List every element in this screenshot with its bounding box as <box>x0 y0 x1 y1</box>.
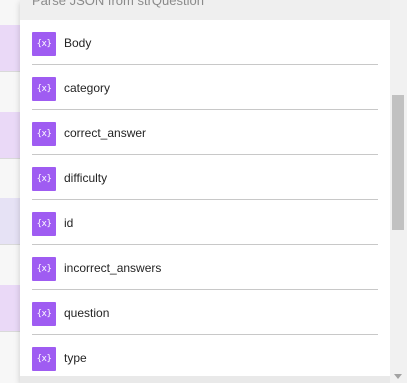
background-divider <box>0 331 20 332</box>
list-item-label: incorrect_answers <box>64 261 162 275</box>
list-item-difficulty[interactable]: {x} difficulty <box>20 155 390 200</box>
section-header-label: Parse JSON from strQuestion <box>32 0 204 8</box>
background-row-highlight <box>0 285 20 331</box>
panel-bottom-edge <box>20 376 390 383</box>
background-divider <box>0 158 20 159</box>
background-divider <box>0 244 20 245</box>
variable-token-icon: {x} <box>32 347 56 371</box>
background-row-highlight <box>0 198 20 244</box>
list-item-incorrect-answers[interactable]: {x} incorrect_answers <box>20 245 390 290</box>
variable-token-icon: {x} <box>32 302 56 326</box>
dynamic-content-picker: Parse JSON from strQuestion {x} Body {x}… <box>0 0 414 383</box>
list-item-correct-answer[interactable]: {x} correct_answer <box>20 110 390 155</box>
variable-token-icon: {x} <box>32 212 56 236</box>
background-row-highlight <box>0 112 20 158</box>
list-item-question[interactable]: {x} question <box>20 290 390 335</box>
list-item-label: category <box>64 81 111 95</box>
scroll-down-arrow-icon[interactable] <box>394 374 402 379</box>
list-item-label: type <box>64 351 87 365</box>
vertical-scrollbar[interactable] <box>390 0 407 383</box>
list-item-body[interactable]: {x} Body <box>20 20 390 65</box>
variable-token-icon: {x} <box>32 77 56 101</box>
list-item-label: Body <box>64 36 92 50</box>
variable-token-icon: {x} <box>32 257 56 281</box>
background-row-highlight <box>0 25 20 71</box>
background-divider <box>0 71 20 72</box>
list-item-label: difficulty <box>64 171 108 185</box>
background-page-strip <box>0 0 20 383</box>
page-right-edge <box>407 0 414 383</box>
dynamic-content-panel: Parse JSON from strQuestion {x} Body {x}… <box>20 0 390 383</box>
scrollbar-thumb[interactable] <box>392 95 404 230</box>
list-item-label: id <box>64 216 74 230</box>
section-header: Parse JSON from strQuestion <box>20 0 390 20</box>
list-item-label: question <box>64 306 110 320</box>
variable-token-icon: {x} <box>32 122 56 146</box>
variable-token-icon: {x} <box>32 32 56 56</box>
list-item-id[interactable]: {x} id <box>20 200 390 245</box>
variable-token-icon: {x} <box>32 167 56 191</box>
list-item-label: correct_answer <box>64 126 147 140</box>
list-item-category[interactable]: {x} category <box>20 65 390 110</box>
list-item-type[interactable]: {x} type <box>20 335 390 380</box>
dynamic-content-list: {x} Body {x} category {x} correct_answer… <box>20 20 390 380</box>
